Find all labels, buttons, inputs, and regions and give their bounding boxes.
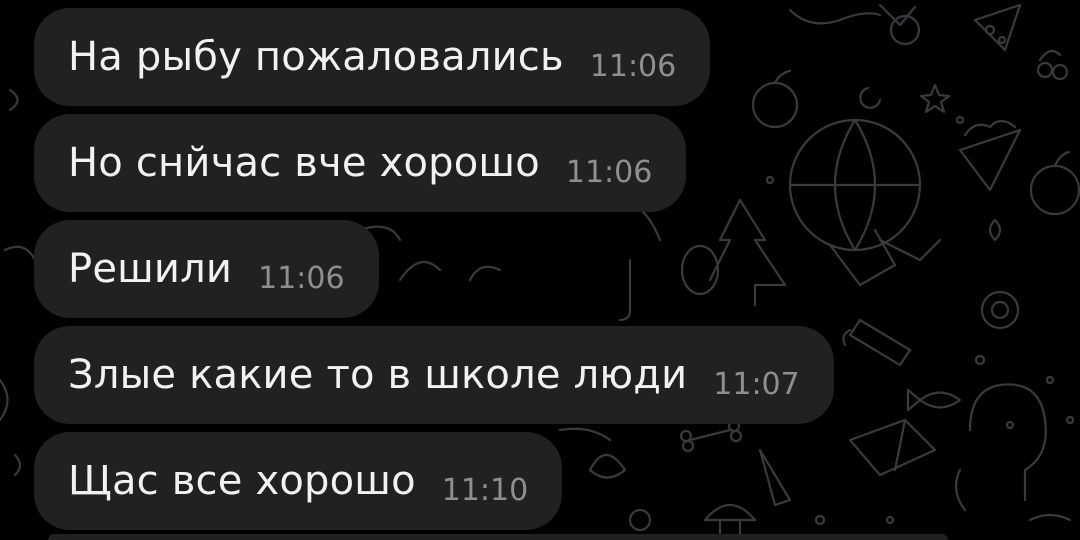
message-bubble[interactable]: Щас все хорошо 11:10 bbox=[34, 432, 563, 530]
message-text: Злые какие то в школе люди bbox=[68, 352, 688, 398]
message-time: 11:06 bbox=[258, 260, 345, 296]
message-text: Щас все хорошо bbox=[68, 458, 416, 504]
message-time: 11:06 bbox=[589, 48, 677, 84]
message-bubble[interactable]: Злые какие то в школе люди 11:07 bbox=[34, 326, 834, 424]
message-list: На рыбу пожаловались 11:06 Но снйчас вче… bbox=[0, 0, 1080, 540]
chat-view[interactable]: На рыбу пожаловались 11:06 Но снйчас вче… bbox=[0, 0, 1080, 540]
message-text: На рыбу пожаловались bbox=[68, 34, 564, 80]
message-text: Решили bbox=[68, 246, 233, 292]
next-message-bubble-edge bbox=[48, 534, 948, 540]
message-bubble[interactable]: Решили 11:06 bbox=[34, 220, 379, 318]
message-text: Но снйчас вче хорошо bbox=[68, 140, 540, 186]
message-time: 11:06 bbox=[565, 154, 653, 190]
message-time: 11:10 bbox=[441, 472, 529, 508]
message-time: 11:07 bbox=[713, 366, 800, 402]
message-bubble[interactable]: На рыбу пожаловались 11:06 bbox=[34, 8, 711, 106]
message-bubble[interactable]: Но снйчас вче хорошо 11:06 bbox=[34, 114, 687, 212]
